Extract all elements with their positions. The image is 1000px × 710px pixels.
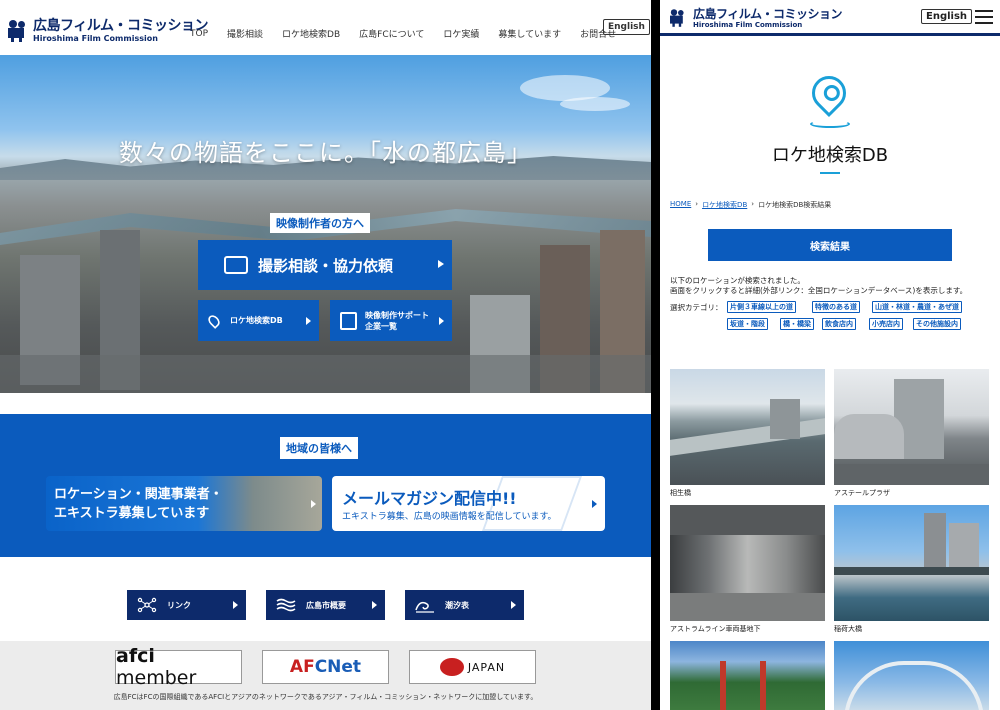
arrow-right-icon — [306, 317, 311, 325]
afci-member-banner[interactable]: afci member — [115, 645, 242, 689]
nav-consult[interactable]: 撮影相談 — [227, 27, 263, 40]
links-label: リンク — [167, 600, 191, 610]
production-support-button[interactable]: 映像制作サポート 企業一覧 — [330, 300, 452, 341]
camera-logo-icon — [670, 9, 686, 27]
site-logo[interactable]: 広島フィルム・コミッション Hiroshima Film Commission — [8, 19, 208, 43]
location-thumbnail[interactable] — [670, 641, 825, 710]
community-tag: 地域の皆様へ — [280, 437, 358, 459]
english-button[interactable]: English — [603, 19, 650, 35]
film-camera-icon — [224, 256, 248, 274]
category-chip[interactable]: 山道・林道・農道・あぜ道 — [872, 301, 962, 313]
location-db-label: ロケ地検索DB — [230, 316, 283, 325]
location-thumbnail[interactable] — [834, 641, 989, 710]
arrow-right-icon — [511, 601, 516, 609]
japan-fc-banner[interactable]: JAPAN — [409, 650, 536, 684]
newsletter-subtitle: エキストラ募集、広島の映画情報を配信しています。 — [342, 512, 557, 522]
arrow-right-icon — [311, 500, 316, 508]
city-overview-button[interactable]: 広島市概要 — [266, 590, 385, 620]
panel-divider — [651, 0, 660, 710]
mobile-site-logo[interactable]: 広島フィルム・コミッション Hiroshima Film Commission — [668, 6, 843, 29]
category-chip[interactable]: 橋・橋梁 — [780, 318, 814, 330]
location-caption: 稲荷大橋 — [834, 625, 862, 633]
hamburger-menu-icon[interactable] — [975, 10, 993, 24]
nav-location-db[interactable]: ロケ地検索DB — [282, 27, 340, 40]
recruit-card[interactable]: ロケーション・関連事業者・ エキストラ募集しています — [46, 476, 322, 531]
search-results-button[interactable]: 検索結果 — [708, 229, 952, 261]
page-title: ロケ地検索DB — [771, 145, 889, 166]
arrow-right-icon — [438, 260, 444, 268]
waves-icon — [276, 598, 296, 612]
pin-shadow-icon — [810, 120, 850, 128]
location-caption: アストラムライン車両基地下 — [670, 625, 761, 633]
recruit-card-text: ロケーション・関連事業者・ エキストラ募集しています — [54, 487, 223, 521]
location-thumbnail[interactable] — [670, 369, 825, 485]
category-chip[interactable]: 小売店内 — [869, 318, 903, 330]
hero-title: 数々の物語をここに。「水の都広島」 — [119, 139, 532, 167]
japan-fc-text: JAPAN — [467, 660, 506, 674]
location-caption: アステールプラザ — [834, 489, 890, 497]
afci-logo-text: afci member — [116, 645, 197, 689]
network-icon — [137, 597, 157, 613]
consultation-label: 撮影相談・協力依頼 — [258, 256, 394, 275]
consultation-button[interactable]: 撮影相談・協力依頼 — [198, 240, 452, 290]
membership-note: 広島FCはFCの国際組織であるAFCIとアジアのネットワークであるアジア・フィル… — [113, 693, 538, 701]
breadcrumb-home[interactable]: HOME — [670, 200, 691, 210]
screenshot-root: 広島フィルム・コミッション Hiroshima Film Commission … — [0, 0, 1000, 710]
nav-about[interactable]: 広島FCについて — [359, 27, 424, 40]
arrow-right-icon — [439, 317, 444, 325]
breadcrumb-current: ロケ地検索DB検索結果 — [758, 201, 832, 209]
arrow-right-icon — [233, 601, 238, 609]
afcnet-banner[interactable]: AFCNet — [262, 650, 389, 684]
mobile-header: 広島フィルム・コミッション Hiroshima Film Commission … — [660, 0, 1000, 36]
logo-english: Hiroshima Film Commission — [33, 34, 158, 43]
nav-results[interactable]: ロケ実績 — [443, 27, 479, 40]
newsletter-title: メールマガジン配信中!! — [342, 489, 517, 508]
breadcrumb-location-db[interactable]: ロケ地検索DB — [702, 200, 747, 210]
desktop-page: 広島フィルム・コミッション Hiroshima Film Commission … — [0, 0, 651, 710]
desktop-header: 広島フィルム・コミッション Hiroshima Film Commission … — [0, 0, 651, 55]
city-overview-label: 広島市概要 — [306, 600, 346, 610]
arrow-right-icon — [592, 500, 597, 508]
category-chip[interactable]: その他施設内 — [913, 318, 961, 330]
category-chip[interactable]: 坂道・階段 — [727, 318, 768, 330]
title-underline — [820, 172, 840, 174]
breadcrumb: HOME › ロケ地検索DB › ロケ地検索DB検索結果 — [670, 200, 831, 210]
category-label: 選択カテゴリ： — [670, 303, 723, 312]
document-icon — [340, 311, 357, 330]
results-description: 以下のロケーションが検索されました。 画面をクリックすると詳細(外部リンク：全国… — [670, 276, 968, 295]
location-pin-icon — [804, 68, 854, 118]
production-support-label: 映像制作サポート 企業一覧 — [365, 310, 429, 331]
camera-logo-icon — [8, 20, 28, 42]
tide-table-button[interactable]: 潮汐表 — [405, 590, 524, 620]
category-chip[interactable]: 飲食店内 — [822, 318, 856, 330]
location-thumbnail[interactable] — [670, 505, 825, 621]
map-pin-icon — [206, 312, 222, 329]
tide-table-label: 潮汐表 — [445, 600, 469, 610]
mobile-page: 広島フィルム・コミッション Hiroshima Film Commission … — [660, 0, 1000, 710]
creators-tag: 映像制作者の方へ — [270, 213, 370, 233]
category-chip[interactable]: 特徴のある道 — [812, 301, 860, 313]
chevron-right-icon: › — [695, 200, 699, 208]
location-thumbnail[interactable] — [834, 505, 989, 621]
category-chip[interactable]: 片側３車線以上の道 — [727, 301, 796, 313]
location-caption: 相生橋 — [670, 489, 691, 497]
location-db-button[interactable]: ロケ地検索DB — [198, 300, 319, 341]
newsletter-card[interactable]: メールマガジン配信中!! エキストラ募集、広島の映画情報を配信しています。 — [332, 476, 605, 531]
logo-english: Hiroshima Film Commission — [693, 20, 803, 29]
mobile-english-button[interactable]: English — [921, 9, 973, 24]
logo-japanese: 広島フィルム・コミッション — [33, 18, 208, 34]
links-button[interactable]: リンク — [127, 590, 246, 620]
location-thumbnail[interactable] — [834, 369, 989, 485]
arrow-right-icon — [372, 601, 377, 609]
afcnet-logo-text: AFCNet — [289, 657, 362, 677]
wave-icon — [415, 601, 434, 613]
nav-top[interactable]: TOP — [190, 29, 208, 39]
japan-fc-logo-icon — [439, 658, 464, 676]
main-nav: TOP 撮影相談 ロケ地検索DB 広島FCについて ロケ実績 募集しています お… — [190, 19, 650, 40]
logo-japanese: 広島フィルム・コミッション — [693, 6, 843, 21]
nav-recruiting[interactable]: 募集しています — [498, 27, 561, 40]
chevron-right-icon: › — [751, 200, 755, 208]
